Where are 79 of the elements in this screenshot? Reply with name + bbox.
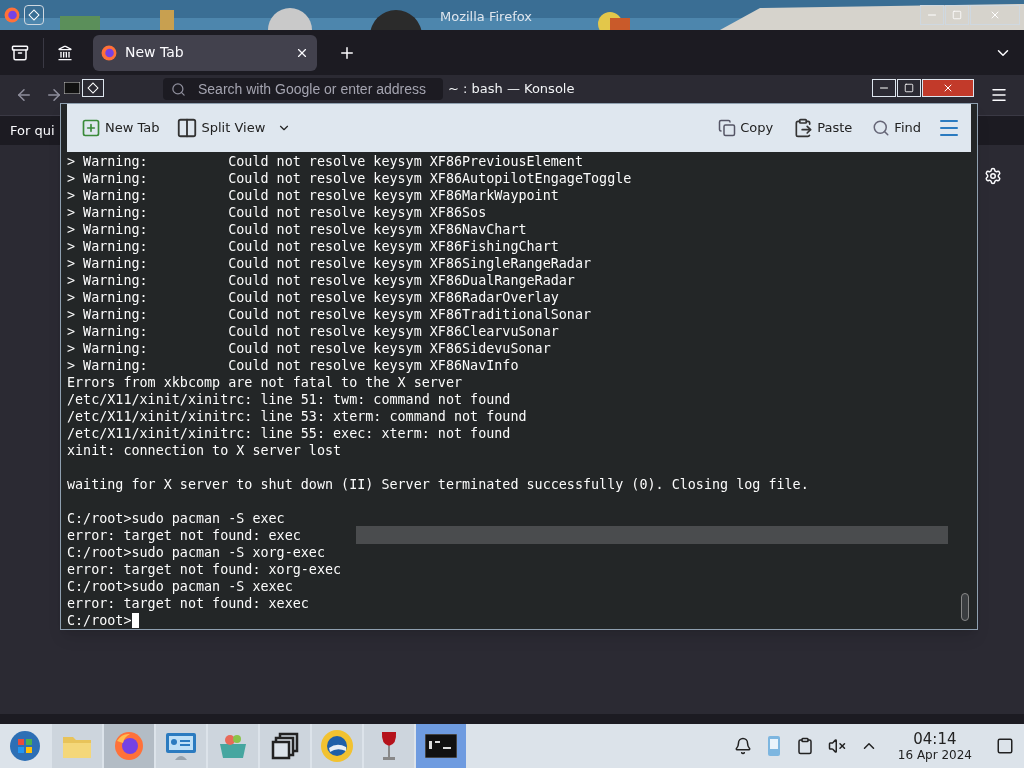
notification-bell-icon[interactable] bbox=[733, 737, 752, 755]
terminal-line: /etc/X11/xinit/xinitrc: line 51: twm: command not found bbox=[67, 391, 511, 408]
terminal-line: > Warning: Could not resolve keysym XF86FishingChart bbox=[67, 238, 559, 255]
menu-icon[interactable] bbox=[990, 86, 1008, 104]
terminal-line: C:/root>sudo pacman -S exec bbox=[67, 510, 285, 527]
search-icon bbox=[171, 81, 186, 97]
window-title: Mozilla Firefox bbox=[440, 8, 532, 26]
terminal-line: Errors from xkbcomp are not fatal to the X server bbox=[67, 374, 463, 391]
terminal-prompt: C:/root> bbox=[67, 612, 132, 629]
maximize-button[interactable] bbox=[897, 79, 921, 97]
close-icon bbox=[942, 82, 954, 94]
split-view-icon bbox=[175, 117, 198, 139]
globe-icon bbox=[320, 729, 354, 763]
taskbar-button[interactable] bbox=[416, 724, 466, 768]
clock-date: 16 Apr 2024 bbox=[897, 748, 972, 761]
maximize-icon bbox=[904, 83, 914, 93]
terminal-line: error: target not found: xorg-exec bbox=[67, 561, 342, 578]
toolbar-button[interactable]: New Tab bbox=[77, 114, 164, 142]
terminal-line: > Warning: Could not resolve keysym XF86RadarOverlay bbox=[67, 289, 559, 306]
close-icon bbox=[989, 9, 1001, 21]
archive-icon[interactable] bbox=[11, 43, 29, 62]
terminal-line: > Warning: Could not resolve keysym XF86NavInfo bbox=[67, 357, 519, 374]
copy-icon bbox=[718, 119, 737, 137]
settings-icon[interactable] bbox=[984, 167, 1002, 185]
stacked-windows-icon bbox=[271, 732, 299, 760]
maximize-icon bbox=[952, 10, 962, 20]
museum-icon[interactable] bbox=[57, 44, 73, 61]
toolbar-button[interactable]: Find bbox=[868, 114, 925, 142]
terminal-line: /etc/X11/xinit/xinitrc: line 53: xterm: command not found bbox=[67, 408, 527, 425]
terminal-line: C:/root>sudo pacman -S xexec bbox=[67, 578, 293, 595]
firefox-icon bbox=[101, 44, 117, 61]
paste-icon bbox=[793, 118, 814, 138]
browser-tab[interactable]: New Tab bbox=[93, 34, 317, 71]
tab-title: New Tab bbox=[125, 43, 184, 62]
terminal-icon bbox=[425, 734, 457, 758]
terminal-line: > Warning: Could not resolve keysym XF86DualRangeRadar bbox=[67, 272, 575, 289]
start-orb-icon bbox=[9, 730, 41, 762]
terminal-line: /etc/X11/xinit/xinitrc: line 55: exec: xterm: not found bbox=[67, 425, 511, 442]
find-icon bbox=[872, 119, 891, 137]
terminal-line: > Warning: Could not resolve keysym XF86Sos bbox=[67, 204, 487, 221]
toolbar-button[interactable]: Split View bbox=[171, 114, 296, 142]
terminal-line: error: target not found: exec bbox=[67, 527, 301, 544]
terminal-line: > Warning: Could not resolve keysym XF86MarkWaypoint bbox=[67, 187, 559, 204]
monitor-settings-icon bbox=[165, 731, 197, 761]
show-desktop-icon[interactable] bbox=[996, 737, 1014, 755]
terminal-line: > Warning: Could not resolve keysym XF86SidevuSonar bbox=[67, 340, 551, 357]
minimize-button[interactable] bbox=[872, 79, 896, 97]
clipboard-icon[interactable] bbox=[795, 737, 814, 755]
firefox-icon bbox=[4, 7, 20, 23]
terminal-line: error: target not found: xexec bbox=[67, 595, 309, 612]
terminal-line: > Warning: Could not resolve keysym XF86TraditionalSonar bbox=[67, 306, 592, 323]
firefox-icon bbox=[114, 731, 144, 761]
terminal-line: xinit: connection to X server lost bbox=[67, 442, 342, 459]
toolbar-button[interactable]: Paste bbox=[789, 114, 857, 142]
scrollbar-thumb[interactable] bbox=[961, 593, 969, 621]
clock-time: 04:14 bbox=[913, 731, 957, 747]
new-tab-icon bbox=[81, 118, 101, 138]
muted-speaker-icon[interactable] bbox=[827, 737, 846, 755]
terminal-line: > Warning: Could not resolve keysym XF86SingleRangeRadar bbox=[67, 255, 592, 272]
pin-button[interactable] bbox=[82, 79, 104, 97]
window-title: ~ : bash — Konsole bbox=[448, 80, 575, 98]
terminal-icon bbox=[64, 82, 80, 94]
address-placeholder: Search with Google or enter address bbox=[198, 79, 426, 99]
close-button[interactable] bbox=[922, 79, 974, 97]
toolbar-button[interactable]: Copy bbox=[714, 114, 778, 142]
wine-glass-icon bbox=[379, 730, 399, 762]
taskbar-button[interactable] bbox=[260, 724, 310, 768]
terminal-line: > Warning: Could not resolve keysym XF86NavChart bbox=[67, 221, 527, 238]
shopping-basket-icon bbox=[218, 732, 248, 760]
terminal-line: > Warning: Could not resolve keysym XF86PreviousElement bbox=[67, 153, 583, 170]
bookmarks-hint: For qui bbox=[10, 121, 55, 140]
terminal-line: > Warning: Could not resolve keysym XF86ClearvuSonar bbox=[67, 323, 559, 340]
terminal-line: C:/root>sudo pacman -S xorg-exec bbox=[67, 544, 325, 561]
text-cursor bbox=[131, 613, 139, 628]
forward-icon[interactable] bbox=[45, 86, 63, 104]
back-icon[interactable] bbox=[15, 86, 33, 104]
terminal-line: waiting for X server to shut down (II) Server terminated successfully (0). Closing log file. bbox=[67, 476, 809, 493]
address-bar[interactable]: Search with Google or enter address bbox=[163, 78, 443, 100]
terminal-line: > Warning: Could not resolve keysym XF86AutopilotEngageToggle bbox=[67, 170, 632, 187]
